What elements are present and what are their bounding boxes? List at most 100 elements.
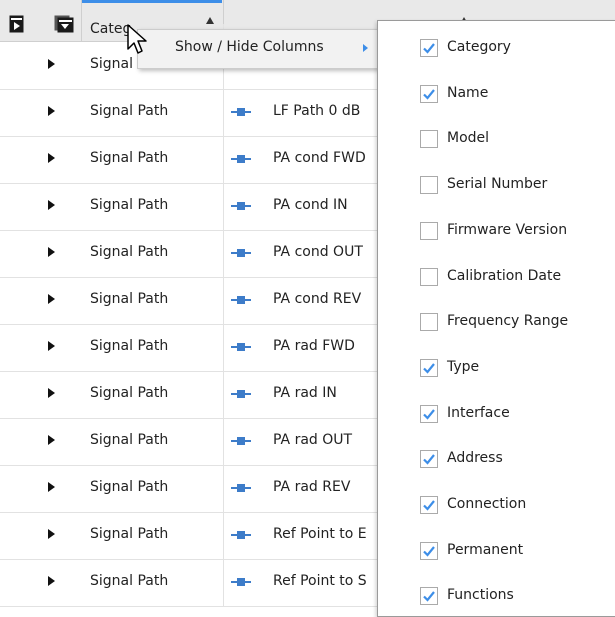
column-option[interactable]: Firmware Version xyxy=(420,221,610,246)
column-option[interactable]: Category xyxy=(420,39,610,63)
expand-row-icon[interactable] xyxy=(48,294,55,304)
column-option-label: Permanent xyxy=(447,541,524,558)
column-checkbox[interactable] xyxy=(420,496,438,514)
expand-row-icon[interactable] xyxy=(48,59,55,69)
expand-row-icon[interactable] xyxy=(48,388,55,398)
expand-row-icon[interactable] xyxy=(48,435,55,445)
column-checkbox[interactable] xyxy=(420,221,438,240)
column-option-label: Interface xyxy=(447,404,510,421)
column-option[interactable]: Frequency Range xyxy=(420,313,610,337)
row-name: PA cond OUT xyxy=(273,244,363,260)
column-option[interactable]: Address xyxy=(420,450,610,474)
column-checkbox[interactable] xyxy=(420,84,438,103)
column-divider xyxy=(223,136,224,183)
column-option[interactable]: Serial Number xyxy=(420,176,610,200)
signal-path-icon xyxy=(231,155,251,163)
column-checkbox[interactable] xyxy=(420,176,438,195)
checkmark-icon xyxy=(423,454,435,465)
column-option[interactable]: Type xyxy=(420,358,610,383)
row-category: Signal Path xyxy=(90,479,169,495)
row-category: Signal Path xyxy=(90,197,169,213)
expand-row-icon[interactable] xyxy=(48,247,55,257)
column-option[interactable]: Calibration Date xyxy=(420,267,610,292)
row-name: LF Path 0 dB xyxy=(273,103,361,119)
signal-path-icon xyxy=(231,531,251,539)
expand-row-icon[interactable] xyxy=(48,153,55,163)
row-name: PA cond REV xyxy=(273,291,362,307)
column-checkbox[interactable] xyxy=(420,39,438,57)
mouse-pointer-icon xyxy=(127,24,147,54)
signal-path-icon xyxy=(231,437,251,445)
column-option[interactable]: Functions xyxy=(420,587,610,611)
row-name: PA rad IN xyxy=(273,385,337,401)
checkmark-icon xyxy=(423,408,435,420)
column-option-label: Functions xyxy=(447,587,514,604)
row-category: Signal Path xyxy=(90,432,169,448)
expand-row-icon[interactable] xyxy=(48,341,55,351)
column-option-label: Calibration Date xyxy=(447,267,562,284)
column-option-label: Connection xyxy=(447,496,527,512)
column-visibility-submenu: Category Name Model Serial Number Firmware V… xyxy=(377,20,615,617)
row-name: PA rad REV xyxy=(273,479,351,495)
row-category: Signal Path xyxy=(90,573,169,589)
row-name: Ref Point to E xyxy=(273,526,367,542)
checkmark-icon xyxy=(423,591,435,603)
signal-path-icon xyxy=(231,296,251,304)
column-checkbox[interactable] xyxy=(420,313,438,332)
column-checkbox[interactable] xyxy=(420,450,438,469)
checkmark-icon xyxy=(423,545,435,557)
checkmark-icon xyxy=(423,88,435,100)
row-name: PA cond IN xyxy=(273,197,348,213)
column-divider xyxy=(223,89,224,136)
column-divider xyxy=(223,418,224,465)
expand-row-icon[interactable] xyxy=(48,576,55,586)
column-checkbox[interactable] xyxy=(420,358,438,377)
row-category: Signal Path xyxy=(90,150,169,166)
column-option-label: Category xyxy=(447,39,511,55)
column-divider xyxy=(223,465,224,512)
row-category: Signal Path xyxy=(90,338,169,354)
column-checkbox[interactable] xyxy=(420,587,438,606)
column-option[interactable]: Connection xyxy=(420,496,610,520)
sort-arrow-icon[interactable] xyxy=(206,17,214,24)
show-hide-columns-label: Show / Hide Columns xyxy=(175,39,324,55)
row-name: PA rad OUT xyxy=(273,432,353,448)
chevron-right-icon xyxy=(363,44,368,52)
column-option[interactable]: Interface xyxy=(420,404,610,429)
signal-path-icon xyxy=(231,343,251,351)
checkmark-icon xyxy=(423,43,435,54)
expand-row-icon[interactable] xyxy=(48,200,55,210)
row-category: Signal Path xyxy=(90,291,169,307)
column-checkbox[interactable] xyxy=(420,541,438,560)
signal-path-icon xyxy=(231,108,251,116)
column-checkbox[interactable] xyxy=(420,404,438,423)
signal-path-icon xyxy=(231,202,251,210)
column-divider xyxy=(223,512,224,559)
row-category: Signal Path xyxy=(90,385,169,401)
column-divider xyxy=(223,230,224,277)
column-option[interactable]: Permanent xyxy=(420,541,610,566)
column-option[interactable]: Model xyxy=(420,130,610,154)
column-option[interactable]: Name xyxy=(420,84,610,109)
row-category: Signal Path xyxy=(90,103,169,119)
checkmark-icon xyxy=(423,500,435,511)
column-option-label: Serial Number xyxy=(447,176,548,193)
signal-path-icon xyxy=(231,484,251,492)
signal-path-icon xyxy=(231,390,251,398)
column-divider xyxy=(223,183,224,230)
column-option-label: Model xyxy=(447,130,490,147)
column-checkbox[interactable] xyxy=(420,130,438,149)
row-name: Ref Point to S xyxy=(273,573,367,589)
column-divider xyxy=(223,324,224,371)
show-hide-columns-menu-item[interactable]: Show / Hide Columns xyxy=(138,30,382,68)
column-divider xyxy=(223,277,224,324)
row-category: Signal Path xyxy=(90,244,169,260)
column-checkbox[interactable] xyxy=(420,267,438,286)
expand-row-icon[interactable] xyxy=(48,106,55,116)
column-option-label: Frequency Range xyxy=(447,313,569,330)
checkmark-icon xyxy=(423,363,435,374)
row-category: Signal Path xyxy=(90,526,169,542)
expand-row-icon[interactable] xyxy=(48,529,55,539)
column-divider xyxy=(223,371,224,418)
expand-row-icon[interactable] xyxy=(48,482,55,492)
